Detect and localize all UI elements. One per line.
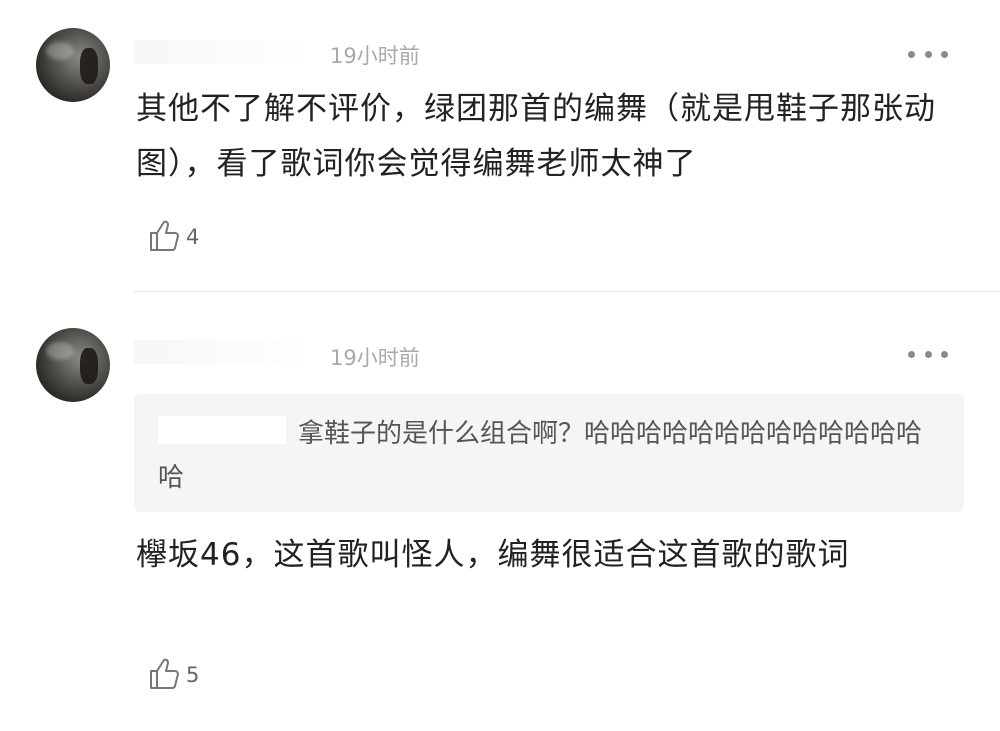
like-button[interactable]: 5 [146, 656, 199, 692]
more-dots-icon [941, 50, 948, 58]
like-count: 5 [186, 663, 200, 687]
comment-text: 欅坂46，这首歌叫怪人，编舞很适合这首歌的歌词 [136, 537, 850, 573]
comment-time: 19小时前 [330, 346, 420, 370]
comment-time: 19小时前 [330, 44, 420, 68]
avatar[interactable] [36, 328, 110, 402]
like-button[interactable]: 4 [146, 218, 199, 254]
username-redacted [134, 40, 314, 64]
thumbs-up-icon [150, 220, 179, 251]
more-dots-icon [941, 350, 948, 358]
thumbs-up-icon [150, 658, 179, 689]
more-options-button[interactable] [908, 344, 948, 364]
comment-text: 其他不了解不评价，绿团那首的编舞（就是甩鞋子那张动图），看了歌词你会觉得编舞老师… [136, 91, 936, 182]
more-dots-icon [908, 50, 915, 58]
more-dots-icon [924, 350, 932, 358]
more-options-button[interactable] [908, 44, 948, 64]
more-dots-icon [908, 350, 915, 358]
comment-item: 19小时前 其他不了解不评价，绿团那首的编舞（就是甩鞋子那张动图），看了歌词你会… [0, 0, 1000, 292]
comment-item: 19小时前 拿鞋子的是什么组合啊？哈哈哈哈哈哈哈哈哈哈哈哈哈哈 欅坂46，这首歌… [0, 294, 1000, 731]
more-dots-icon [924, 50, 932, 58]
quoted-text: 拿鞋子的是什么组合啊？哈哈哈哈哈哈哈哈哈哈哈哈哈哈 [158, 419, 923, 493]
divider [134, 291, 1000, 292]
quoted-reply[interactable]: 拿鞋子的是什么组合啊？哈哈哈哈哈哈哈哈哈哈哈哈哈哈 [134, 394, 964, 512]
avatar[interactable] [36, 28, 110, 102]
username-redacted [134, 340, 314, 364]
like-count: 4 [186, 225, 200, 249]
